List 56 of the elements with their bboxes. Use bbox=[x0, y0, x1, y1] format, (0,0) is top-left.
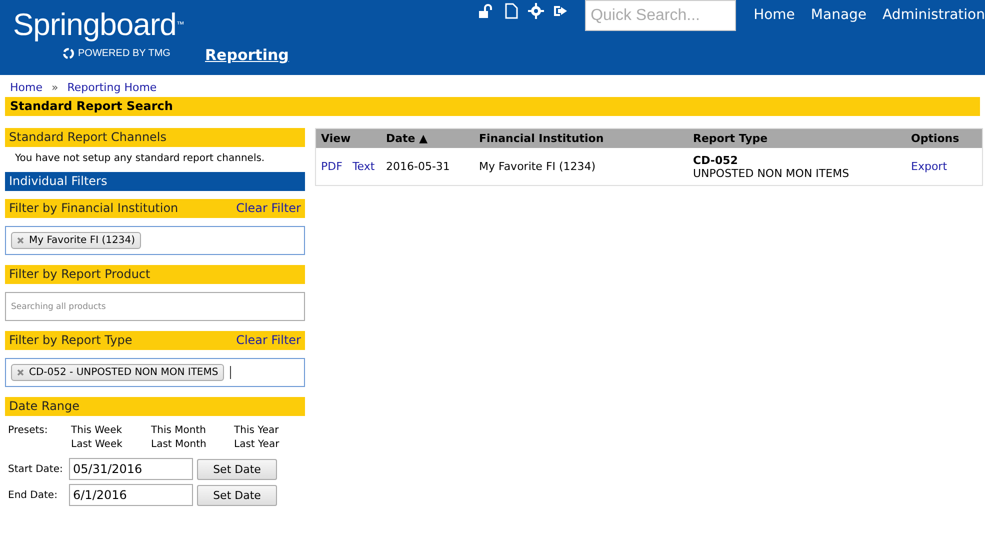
logo: Springboard™ bbox=[13, 8, 185, 42]
column-header: View bbox=[321, 132, 352, 145]
date-label: Start Date: bbox=[7, 464, 64, 474]
filter-tag[interactable]: CD-052 - UNPOSTED NON MON ITEMS bbox=[11, 364, 224, 381]
breadcrumb-link[interactable]: Home bbox=[10, 81, 42, 97]
filter-title: Filter by Financial Institution bbox=[9, 201, 178, 216]
section-header: Date Range bbox=[5, 397, 305, 416]
breadcrumb-link[interactable]: Reporting Home bbox=[67, 81, 157, 97]
column-header: Financial Institution bbox=[479, 132, 605, 145]
document-icon[interactable] bbox=[502, 3, 519, 19]
preset-link[interactable]: Last Week bbox=[71, 439, 151, 450]
date-field[interactable]: 6/1/2016 bbox=[69, 484, 193, 506]
remove-icon[interactable] bbox=[17, 237, 24, 244]
export-link[interactable]: Export bbox=[911, 160, 977, 173]
preset-link[interactable]: This Month bbox=[151, 425, 234, 436]
section-header: Standard Report Channels bbox=[5, 128, 305, 147]
table-cell-text: 2016-05-31 bbox=[386, 160, 451, 173]
set-date-button[interactable]: Set Date bbox=[197, 458, 277, 480]
report-code: CD-052 bbox=[693, 154, 739, 167]
view-link[interactable]: PDF bbox=[321, 160, 342, 173]
empty-message: You have not setup any standard report channels. bbox=[14, 152, 266, 166]
filter-field[interactable]: CD-052 - UNPOSTED NON MON ITEMS bbox=[5, 358, 305, 387]
preset-link[interactable]: This Year bbox=[234, 425, 314, 436]
search-field[interactable]: Quick Search... bbox=[584, 0, 736, 31]
set-date-button[interactable]: Set Date bbox=[197, 484, 277, 506]
breadcrumb-separator: » bbox=[51, 81, 58, 96]
filter-field[interactable]: My Favorite FI (1234) bbox=[5, 226, 305, 255]
date-label: End Date: bbox=[7, 490, 58, 500]
nav-link[interactable]: Manage bbox=[810, 7, 867, 75]
tagline: POWERED BY TMG bbox=[78, 48, 170, 59]
clear-filter-link[interactable]: Clear Filter bbox=[236, 201, 301, 216]
filter-title: Filter by Report Product bbox=[9, 267, 150, 282]
presets-label: Presets: bbox=[8, 425, 49, 436]
column-header: Report Type bbox=[693, 132, 769, 145]
filter-tag[interactable]: My Favorite FI (1234) bbox=[11, 232, 141, 249]
column-header[interactable]: Date ▲ bbox=[386, 132, 479, 145]
preset-link[interactable]: Last Year bbox=[234, 439, 314, 450]
report-name: UNPOSTED NON MON ITEMS bbox=[693, 167, 850, 180]
section-header: Individual Filters bbox=[5, 172, 305, 191]
preset-link[interactable]: Last Month bbox=[151, 439, 234, 450]
filter-field[interactable]: Searching all products bbox=[5, 292, 305, 321]
unlock-icon[interactable] bbox=[478, 3, 494, 19]
section-link[interactable]: Reporting bbox=[205, 46, 289, 64]
logo-icon bbox=[63, 48, 74, 59]
column-header: Options bbox=[911, 132, 960, 145]
filter-title: Filter by Report Type bbox=[9, 333, 132, 348]
view-link[interactable]: Text bbox=[352, 160, 375, 173]
nav-link[interactable]: Home bbox=[754, 7, 795, 75]
table-cell-text: My Favorite FI (1234) bbox=[479, 160, 597, 173]
logout-icon[interactable] bbox=[552, 3, 569, 19]
nav-link[interactable]: Administration bbox=[882, 7, 985, 75]
date-field[interactable]: 05/31/2016 bbox=[69, 458, 193, 480]
page-title: Standard Report Search bbox=[5, 97, 980, 116]
remove-icon[interactable] bbox=[17, 369, 24, 376]
preset-link[interactable]: This Week bbox=[71, 425, 151, 436]
clear-filter-link[interactable]: Clear Filter bbox=[236, 333, 301, 348]
